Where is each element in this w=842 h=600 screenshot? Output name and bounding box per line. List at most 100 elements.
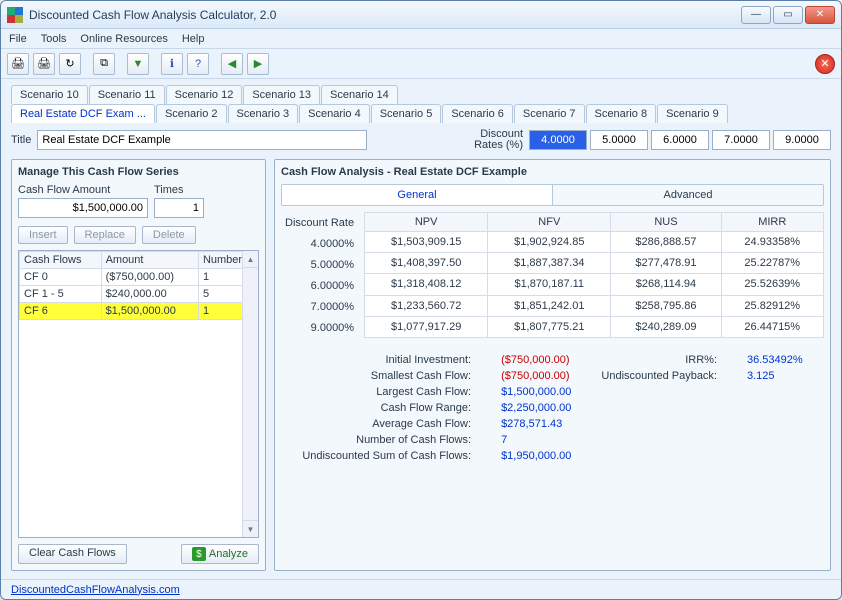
discount-rates-label: Discount Rates (%) bbox=[474, 129, 523, 151]
menu-online-resources[interactable]: Online Resources bbox=[80, 33, 167, 45]
discount-rate-inputs bbox=[529, 130, 831, 150]
print-icon[interactable]: 🖨 bbox=[7, 53, 29, 75]
scenario-tab[interactable]: Real Estate DCF Exam ... bbox=[11, 104, 155, 123]
exit-icon[interactable]: ✕ bbox=[815, 54, 835, 74]
summary-value: ($750,000.00) bbox=[501, 354, 571, 366]
scenario-tab[interactable]: Scenario 8 bbox=[586, 104, 657, 123]
discount-rate-input[interactable] bbox=[712, 130, 770, 150]
scenario-tab[interactable]: Scenario 13 bbox=[243, 85, 320, 104]
menubar: File Tools Online Resources Help bbox=[1, 29, 841, 49]
scenario-tab[interactable]: Scenario 4 bbox=[299, 104, 370, 123]
scrollbar[interactable] bbox=[242, 251, 258, 537]
rate-header: Discount Rate bbox=[281, 212, 364, 233]
content-area: Scenario 10Scenario 11Scenario 12Scenari… bbox=[1, 79, 841, 579]
menu-help[interactable]: Help bbox=[182, 33, 205, 45]
refresh-icon[interactable]: ↻ bbox=[59, 53, 81, 75]
column-header: MIRR bbox=[721, 213, 823, 232]
scenario-tab[interactable]: Scenario 10 bbox=[11, 85, 88, 104]
rate-label: 6.0000% bbox=[281, 275, 364, 296]
discount-rate-input[interactable] bbox=[529, 130, 587, 150]
cf-amount-input[interactable] bbox=[18, 198, 148, 218]
table-row: $1,503,909.15$1,902,924.85$286,888.5724.… bbox=[365, 232, 824, 253]
discount-rate-input[interactable] bbox=[773, 130, 831, 150]
maximize-button[interactable]: ▭ bbox=[773, 6, 803, 24]
down-arrow-icon[interactable]: ▼ bbox=[127, 53, 149, 75]
close-button[interactable]: ✕ bbox=[805, 6, 835, 24]
rate-label: 7.0000% bbox=[281, 296, 364, 317]
rate-label: 9.0000% bbox=[281, 317, 364, 338]
summary-label: Undiscounted Sum of Cash Flows: bbox=[302, 450, 471, 462]
scenario-tabs-row-2: Real Estate DCF Exam ...Scenario 2Scenar… bbox=[11, 104, 831, 123]
footer: DiscountedCashFlowAnalysis.com bbox=[1, 579, 841, 599]
subtab-general[interactable]: General bbox=[282, 185, 553, 205]
summary-label: IRR%: bbox=[601, 354, 717, 366]
summary-label: Average Cash Flow: bbox=[302, 418, 471, 430]
title-input[interactable] bbox=[37, 130, 367, 150]
column-header[interactable]: Amount bbox=[101, 252, 198, 269]
discount-rate-input[interactable] bbox=[590, 130, 648, 150]
forward-icon[interactable]: ▶ bbox=[247, 53, 269, 75]
rate-label: 4.0000% bbox=[281, 233, 364, 254]
minimize-button[interactable]: — bbox=[741, 6, 771, 24]
manage-panel: Manage This Cash Flow Series Cash Flow A… bbox=[11, 159, 266, 571]
toolbar: 🖨 🖨 ↻ ⧉ ▼ ℹ ? ◀ ▶ ✕ bbox=[1, 49, 841, 79]
summary-stats: Initial Investment:($750,000.00)IRR%:36.… bbox=[281, 354, 824, 462]
analyze-button[interactable]: Analyze bbox=[181, 544, 259, 564]
help-icon[interactable]: ? bbox=[187, 53, 209, 75]
copy-icon[interactable]: ⧉ bbox=[93, 53, 115, 75]
discount-rate-input[interactable] bbox=[651, 130, 709, 150]
window-controls: — ▭ ✕ bbox=[741, 6, 835, 24]
scenario-tab[interactable]: Scenario 9 bbox=[657, 104, 728, 123]
clear-cash-flows-button[interactable]: Clear Cash Flows bbox=[18, 544, 127, 564]
table-row: $1,077,917.29$1,807,775.21$240,289.0926.… bbox=[365, 316, 824, 337]
summary-label: Undiscounted Payback: bbox=[601, 370, 717, 382]
table-row: $1,408,397.50$1,887,387.34$277,478.9125.… bbox=[365, 253, 824, 274]
footer-link[interactable]: DiscountedCashFlowAnalysis.com bbox=[11, 584, 180, 596]
delete-button[interactable]: Delete bbox=[142, 226, 196, 244]
column-header[interactable]: Cash Flows bbox=[20, 252, 102, 269]
table-row: $1,233,560.72$1,851,242.01$258,795.8625.… bbox=[365, 295, 824, 316]
analysis-subtabs: General Advanced bbox=[281, 184, 824, 206]
scenario-tab[interactable]: Scenario 11 bbox=[89, 85, 165, 104]
manage-panel-title: Manage This Cash Flow Series bbox=[18, 166, 259, 178]
scenario-tab[interactable]: Scenario 5 bbox=[371, 104, 442, 123]
table-row[interactable]: CF 6$1,500,000.001 bbox=[20, 303, 258, 320]
scenario-tab[interactable]: Scenario 7 bbox=[514, 104, 585, 123]
summary-label: Smallest Cash Flow: bbox=[302, 370, 471, 382]
table-row[interactable]: CF 0($750,000.00)1 bbox=[20, 269, 258, 286]
print-preview-icon[interactable]: 🖨 bbox=[33, 53, 55, 75]
discount-rate-column: Discount Rate4.0000%5.0000%6.0000%7.0000… bbox=[281, 212, 364, 338]
subtab-advanced[interactable]: Advanced bbox=[553, 185, 823, 205]
menu-file[interactable]: File bbox=[9, 33, 27, 45]
column-header: NPV bbox=[365, 213, 488, 232]
table-row: $1,318,408.12$1,870,187.11$268,114.9425.… bbox=[365, 274, 824, 295]
scenario-tab[interactable]: Scenario 6 bbox=[442, 104, 513, 123]
back-icon[interactable]: ◀ bbox=[221, 53, 243, 75]
summary-value: $1,500,000.00 bbox=[501, 386, 571, 398]
summary-value: ($750,000.00) bbox=[501, 370, 571, 382]
menu-tools[interactable]: Tools bbox=[41, 33, 67, 45]
table-row[interactable]: CF 1 - 5$240,000.005 bbox=[20, 286, 258, 303]
replace-button[interactable]: Replace bbox=[74, 226, 136, 244]
scenario-tab[interactable]: Scenario 12 bbox=[166, 85, 243, 104]
summary-value: $278,571.43 bbox=[501, 418, 571, 430]
scenario-tab[interactable]: Scenario 14 bbox=[321, 85, 398, 104]
info-icon[interactable]: ℹ bbox=[161, 53, 183, 75]
analysis-panel-title: Cash Flow Analysis - Real Estate DCF Exa… bbox=[281, 166, 824, 178]
analysis-panel: Cash Flow Analysis - Real Estate DCF Exa… bbox=[274, 159, 831, 571]
summary-label: Cash Flow Range: bbox=[302, 402, 471, 414]
insert-button[interactable]: Insert bbox=[18, 226, 68, 244]
summary-value: $1,950,000.00 bbox=[501, 450, 571, 462]
app-icon bbox=[7, 7, 23, 23]
column-header: NUS bbox=[611, 213, 721, 232]
scenario-tab[interactable]: Scenario 2 bbox=[156, 104, 227, 123]
cash-flow-table[interactable]: Cash FlowsAmountNumberCF 0($750,000.00)1… bbox=[18, 250, 259, 538]
titlebar: Discounted Cash Flow Analysis Calculator… bbox=[1, 1, 841, 29]
cf-amount-label: Cash Flow Amount bbox=[18, 184, 148, 196]
title-label: Title bbox=[11, 134, 31, 146]
scenario-tab[interactable]: Scenario 3 bbox=[228, 104, 299, 123]
summary-label: Initial Investment: bbox=[302, 354, 471, 366]
analysis-table: NPVNFVNUSMIRR$1,503,909.15$1,902,924.85$… bbox=[364, 212, 824, 338]
cf-times-input[interactable] bbox=[154, 198, 204, 218]
summary-label: Largest Cash Flow: bbox=[302, 386, 471, 398]
